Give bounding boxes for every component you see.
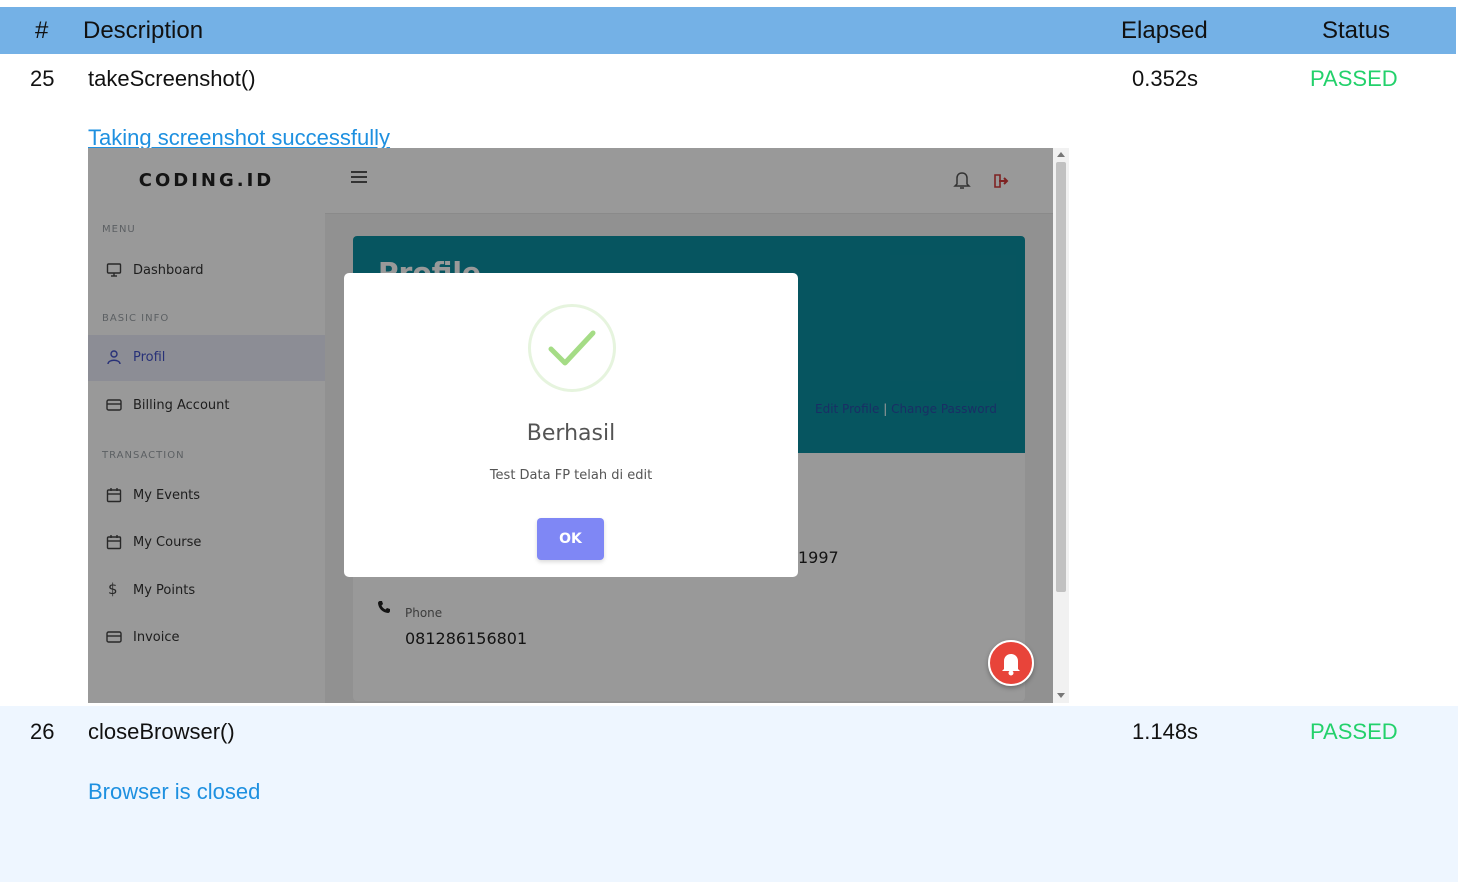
- step-description: takeScreenshot(): [88, 66, 256, 91]
- scroll-down-arrow-icon[interactable]: [1057, 693, 1065, 698]
- step-elapsed: 0.352s: [1132, 66, 1199, 91]
- header-status: Status: [1322, 17, 1391, 44]
- modal-message: Test Data FP telah di edit: [489, 468, 653, 483]
- scroll-thumb[interactable]: [1056, 162, 1066, 592]
- step-description: closeBrowser(): [88, 719, 235, 744]
- modal-title: Berhasil: [526, 421, 616, 446]
- step-status: PASSED: [1310, 719, 1398, 744]
- header-description: Description: [83, 17, 204, 44]
- ok-button[interactable]: OK: [537, 518, 604, 560]
- page-scrollbar[interactable]: [1053, 148, 1069, 703]
- notification-bell-button[interactable]: [988, 640, 1034, 686]
- step-message: Browser is closed: [88, 779, 261, 804]
- bell-icon: [1002, 654, 1020, 676]
- step-status: PASSED: [1310, 66, 1398, 91]
- step-number: 25: [30, 66, 55, 91]
- success-modal: Berhasil Test Data FP telah di edit OK: [344, 273, 798, 577]
- scroll-up-arrow-icon[interactable]: [1057, 152, 1065, 157]
- header-elapsed: Elapsed: [1121, 17, 1208, 44]
- header-num: #: [35, 17, 49, 44]
- step-number: 26: [30, 719, 55, 744]
- screenshot-image: CODING.ID MENU Dashboard BASIC INFO Prof…: [88, 148, 1069, 703]
- success-check-icon: [528, 304, 616, 392]
- step-elapsed: 1.148s: [1132, 719, 1199, 744]
- report-header: # Description Elapsed Status: [0, 7, 1456, 54]
